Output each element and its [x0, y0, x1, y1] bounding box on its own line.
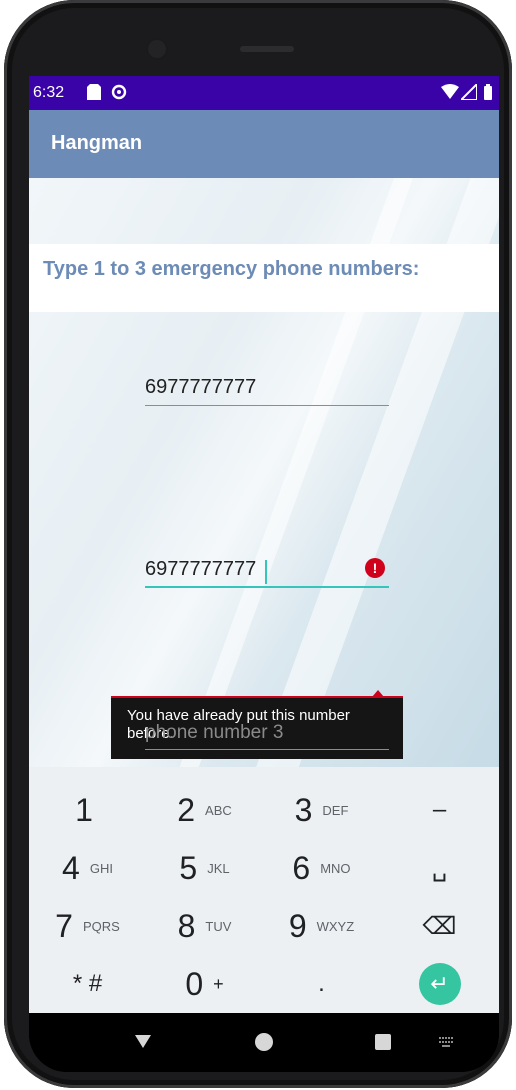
text-cursor [265, 560, 267, 584]
key-plus: + [213, 973, 224, 994]
front-camera [148, 40, 166, 58]
key-5[interactable]: 5 JKL [146, 839, 263, 897]
navigation-bar [29, 1013, 499, 1072]
field-underline [145, 586, 389, 588]
key-digit: 0 [185, 965, 204, 1002]
key-0[interactable]: 0 + [146, 955, 263, 1013]
key-digit: 7 [55, 907, 73, 944]
signal-icon [458, 81, 478, 105]
key-letters: WXYZ [316, 918, 355, 934]
sd-card-icon [87, 84, 101, 105]
key-digit: 6 [292, 849, 311, 886]
phone-number-1-value: 6977777777 [145, 376, 257, 398]
prompt-text: Type 1 to 3 emergency phone numbers: [43, 258, 420, 280]
status-bar: 6:32 [29, 76, 499, 110]
symbols-key[interactable]: * # [29, 955, 146, 1013]
battery-icon [483, 84, 493, 105]
enter-icon: ↵ [418, 963, 461, 1005]
key-letters: JKL [207, 860, 230, 876]
key-digit: 1 [75, 791, 93, 828]
dash-key[interactable]: – [381, 781, 498, 839]
content-area: Type 1 to 3 emergency phone numbers: 697… [29, 178, 499, 767]
key-letters: MNO [320, 860, 351, 876]
key-9[interactable]: 9 WXYZ [263, 897, 380, 955]
phone-number-3-placeholder: phone number 3 [145, 722, 284, 743]
field-underline [145, 405, 389, 406]
key-8[interactable]: 8 TUV [146, 897, 263, 955]
backspace-icon: ⌫ [422, 912, 457, 940]
recents-icon[interactable] [375, 1034, 391, 1050]
key-letters: GHI [89, 860, 113, 876]
prompt-banner: Type 1 to 3 emergency phone numbers: [29, 244, 499, 312]
period-label: . [318, 970, 325, 997]
enter-key[interactable]: ↵ [381, 955, 498, 1013]
wifi-icon [441, 84, 459, 105]
phone-number-3-field[interactable]: phone number 3 [145, 718, 389, 750]
space-key[interactable]: ␣ [381, 839, 498, 897]
dash-icon: – [432, 796, 447, 823]
symbols-label: * # [72, 970, 103, 997]
keyboard-switch-icon[interactable] [439, 1037, 453, 1047]
key-digit: 2 [177, 791, 196, 828]
back-icon[interactable] [135, 1035, 151, 1048]
sync-icon [111, 84, 127, 105]
key-letters: TUV [205, 918, 232, 934]
key-4[interactable]: 4 GHI [29, 839, 146, 897]
field-underline [145, 749, 389, 750]
status-time: 6:32 [33, 84, 65, 101]
phone-number-1-field[interactable]: 6977777777 [145, 374, 389, 406]
app-bar: Hangman [29, 110, 499, 178]
key-letters: PQRS [82, 918, 120, 934]
key-digit: 9 [288, 907, 307, 944]
screen: 6:32 Hangman Type 1 to 3 emergency phone… [29, 76, 499, 1072]
error-icon[interactable]: ! [365, 558, 385, 578]
key-digit: 5 [179, 849, 198, 886]
key-7[interactable]: 7 PQRS [29, 897, 146, 955]
key-6[interactable]: 6 MNO [263, 839, 380, 897]
phone-frame: 6:32 Hangman Type 1 to 3 emergency phone… [4, 0, 512, 1088]
phone-number-2-value: 6977777777 [145, 558, 257, 580]
key-letters: ABC [205, 802, 232, 818]
key-digit: 3 [294, 791, 313, 828]
space-icon: ␣ [431, 854, 448, 882]
key-3[interactable]: 3 DEF [263, 781, 380, 839]
key-letters: DEF [322, 802, 349, 818]
backspace-key[interactable]: ⌫ [381, 897, 498, 955]
key-1[interactable]: 1 [29, 781, 139, 839]
key-2[interactable]: 2 ABC [146, 781, 263, 839]
app-title: Hangman [51, 132, 143, 154]
phone-number-2-field[interactable]: 6977777777 ! [145, 556, 389, 588]
speaker-grille [240, 46, 294, 52]
period-key[interactable]: . [263, 955, 380, 1013]
key-digit: 4 [62, 849, 80, 886]
home-icon[interactable] [255, 1033, 273, 1051]
numeric-keyboard: 1 2 ABC 3 DEF – 4 GHI 5 JKL 6 MNO ␣ 7 PQ… [29, 767, 499, 1013]
key-digit: 8 [177, 907, 196, 944]
